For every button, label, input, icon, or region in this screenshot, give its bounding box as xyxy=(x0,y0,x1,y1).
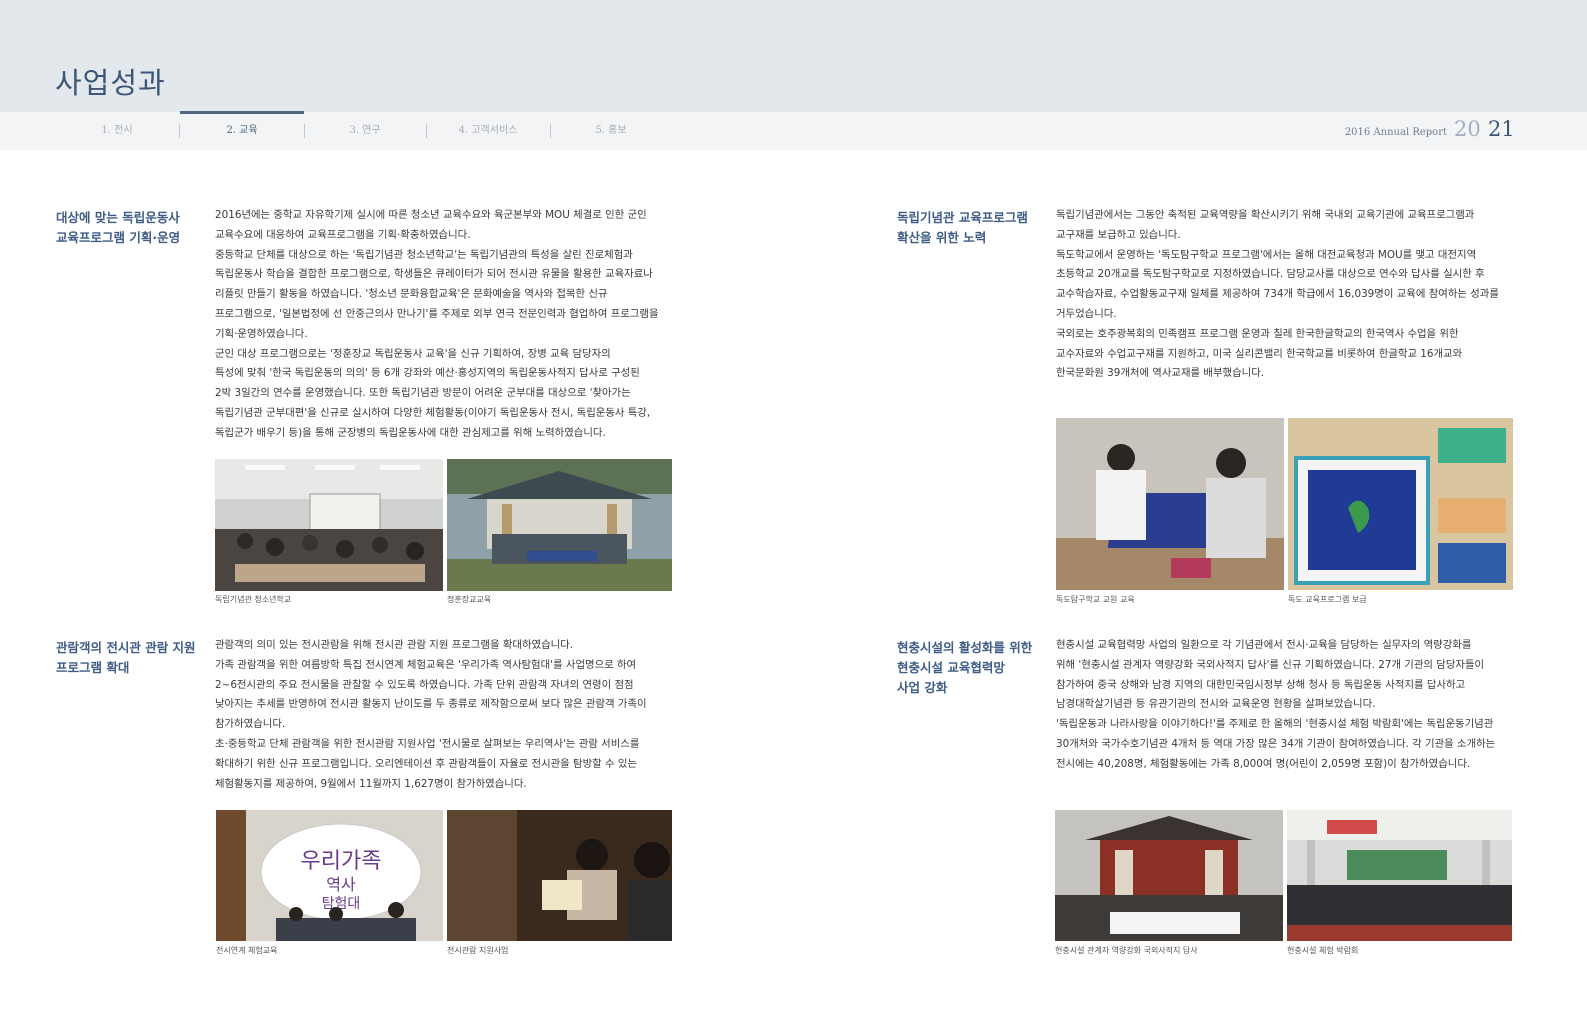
body-line: 2016년에는 중학교 자유학기제 실시에 따른 청소년 교육수요와 육군본부와… xyxy=(215,209,647,221)
body-line: 2~6전시관의 주요 전시물을 관찰할 수 있도록 하였습니다. 가족 단위 관… xyxy=(215,678,634,691)
section-heading: 현충시설의 활성화를 위한 현충시설 교육협력망 사업 강화 xyxy=(897,638,1032,698)
body-line: 2박 3일간의 연수를 운영했습니다. 또한 독립기념관 방문이 어려운 군부대… xyxy=(215,387,631,400)
body-line: 리플릿 만들기 활동을 하였습니다. '청소년 문화융합교육'은 문화예술을 역… xyxy=(215,288,608,301)
photo-caption: 독도 교육프로그램 보급 xyxy=(1288,595,1367,604)
body-line: 프로그램으로, '일본법정에 선 안중근의사 만나기'를 주제로 외부 연극 전… xyxy=(215,307,659,320)
body-line: 가족 관람객을 위한 여름방학 특집 전시연계 체험교육은 '우리가족 역사탐험… xyxy=(215,658,637,671)
body-line: 체험활동지를 제공하여, 9월에서 11월까지 1,627명이 참가하였습니다. xyxy=(215,777,527,790)
tab-exhibition[interactable]: 1. 전시 xyxy=(55,112,179,150)
tab-research[interactable]: 3. 연구 xyxy=(304,112,426,150)
photo-caption: 전시연계 체험교육 xyxy=(216,946,278,955)
body-line: 30개처와 국가수호기념관 4개처 등 역대 가장 많은 34개 기관이 참여하… xyxy=(1056,737,1496,750)
header-band xyxy=(0,0,1587,112)
body-line: 특성에 맞춰 '한국 독립운동의 의의' 등 6개 강좌와 예산·홍성지역의 독… xyxy=(215,367,640,380)
body-line: 교구재를 보급하고 있습니다. xyxy=(1056,228,1181,241)
section-heading-line: 관람객의 전시관 관람 지원 xyxy=(56,640,196,655)
section-heading: 관람객의 전시관 관람 지원 프로그램 확대 xyxy=(56,638,196,678)
section-body: 독립기념관에서는 그동안 축적된 교육역량을 확산시키기 위해 국내외 교육기관… xyxy=(1056,206,1526,384)
body-line: 거두었습니다. xyxy=(1056,307,1117,320)
section-heading-line: 교육프로그램 기획·운영 xyxy=(56,230,181,245)
body-line: 초등학교 20개교를 독도탐구학교로 지정하였습니다. 담당교사를 대상으로 연… xyxy=(1056,268,1485,281)
body-line: 독립군가 배우기 등)을 통해 군장병의 독립운동사에 대한 관심제고를 위해 … xyxy=(215,426,606,439)
body-line: 확대하기 위한 신규 프로그램입니다. 오리엔테이션 후 관람객들이 자율로 전… xyxy=(215,757,638,770)
body-line: 교수학습자료, 수업활동교구재 일체를 제공하여 734개 학급에서 16,03… xyxy=(1056,288,1499,301)
body-line: 독도학교에서 운영하는 '독도탐구학교 프로그램'에서는 올해 대전교육청과 M… xyxy=(1056,248,1477,261)
body-line: 기획·운영하였습니다. xyxy=(215,327,308,340)
photo-caption: 현충시설 체험 박람회 xyxy=(1287,946,1359,955)
body-line: 남경대학살기념관 등 유관기관의 전시와 교육운영 현황을 살펴보았습니다. xyxy=(1056,698,1376,711)
body-line: 한국문화원 39개처에 역사교재를 배부했습니다. xyxy=(1056,367,1265,380)
section-heading: 독립기념관 교육프로그램 확산을 위한 노력 xyxy=(897,208,1028,248)
body-line: 초·중등학교 단체 관람객을 위한 전시관람 지원사업 '전시물로 살펴보는 우… xyxy=(215,737,640,750)
body-line: 독립기념관 군부대편'을 신규로 실시하여 다양한 체험활동(이야기 독립운동사… xyxy=(215,406,651,419)
section-heading-line: 확산을 위한 노력 xyxy=(897,230,987,245)
body-line: 참가하였습니다. xyxy=(215,718,286,731)
photo-youth-school xyxy=(215,459,443,591)
report-label: 2016 Annual Report xyxy=(1344,127,1447,138)
body-line: 중등학교 단체를 대상으로 하는 '독립기념관 청소년학교'는 독립기념관의 특… xyxy=(215,248,633,261)
page-number-left: 20 xyxy=(1454,117,1481,141)
section-body: 관람객의 의미 있는 전시관람을 위해 전시관 관람 지원 프로그램을 확대하였… xyxy=(215,636,685,794)
body-line: 독립기념관에서는 그동안 축적된 교육역량을 확산시키기 위해 국내외 교육기관… xyxy=(1056,209,1475,221)
photo-family-program: 우리가족 역사 탐험대 xyxy=(216,810,443,941)
body-line: '독립운동과 나라사랑을 이야기하다!'를 주제로 한 올해의 '현충시설 체험… xyxy=(1056,718,1494,731)
photo-caption: 독립기념관 청소년학교 xyxy=(215,595,292,604)
photo-officer-training xyxy=(447,459,672,591)
body-line: 국외로는 호주광복회의 민족캠프 프로그램 운영과 칠레 한국한글학교의 한국역… xyxy=(1056,327,1459,340)
section-heading-line: 현충시설의 활성화를 위한 xyxy=(897,640,1033,655)
body-line: 관람객의 의미 있는 전시관람을 위해 전시관 관람 지원 프로그램을 확대하였… xyxy=(215,639,574,651)
page-title: 사업성과 xyxy=(55,66,166,100)
photo-expo xyxy=(1287,810,1512,941)
section-heading: 대상에 맞는 독립운동사 교육프로그램 기획·운영 xyxy=(56,208,180,248)
body-line: 현충시설 교육협력망 사업의 일환으로 각 기념관에서 전시·교육을 담당하는 … xyxy=(1056,639,1472,651)
tab-publicity[interactable]: 5. 홍보 xyxy=(550,112,672,150)
photo-caption: 정훈장교교육 xyxy=(447,595,492,604)
section-heading-line: 독립기념관 교육프로그램 xyxy=(897,210,1028,225)
body-line: 전시에는 40,208명, 체험활동에는 가족 8,000여 명(어린이 2,0… xyxy=(1056,757,1471,770)
section-body: 2016년에는 중학교 자유학기제 실시에 따른 청소년 교육수요와 육군본부와… xyxy=(215,206,685,444)
photo-caption: 현충시설 관계자 역량강화 국외사적지 답사 xyxy=(1055,946,1198,955)
body-line: 군인 대상 프로그램으로는 '정훈장교 독립운동사 교육'을 신규 기획하여, … xyxy=(215,347,611,360)
photo-overseas-trip xyxy=(1055,810,1283,941)
photo-dokdo-teacher xyxy=(1056,418,1284,590)
body-line: 교육수요에 대응하여 교육프로그램을 기획·확충하였습니다. xyxy=(215,228,471,241)
section-heading-line: 프로그램 확대 xyxy=(56,660,130,675)
body-line: 참가하여 중국 상해와 남경 지역의 대한민국임시정부 상해 청사 등 독립운동… xyxy=(1056,678,1466,691)
body-line: 낮아지는 추세를 반영하여 전시관 활동지 난이도를 두 종류로 제작함으로써 … xyxy=(215,698,647,711)
banner-text: 우리가족 xyxy=(301,849,382,874)
page-number-right: 21 xyxy=(1488,117,1515,141)
tab-customer-service[interactable]: 4. 고객서비스 xyxy=(426,112,550,150)
active-tab-indicator xyxy=(180,111,304,114)
section-body: 현충시설 교육협력망 사업의 일환으로 각 기념관에서 전시·교육을 담당하는 … xyxy=(1056,636,1526,775)
banner-text: 역사 xyxy=(326,875,356,894)
tab-education[interactable]: 2. 교육 xyxy=(180,112,304,150)
body-line: 위해 '현충시설 관계자 역량강화 국외사적지 답사'를 신규 기획하였습니다.… xyxy=(1056,658,1485,671)
body-line: 독립운동사 학습을 결합한 프로그램으로, 학생들은 큐레이터가 되어 전시관 … xyxy=(215,268,653,281)
photo-dokdo-materials xyxy=(1288,418,1513,590)
section-heading-line: 사업 강화 xyxy=(897,680,948,695)
section-heading-line: 현충시설 교육협력망 xyxy=(897,660,1005,675)
section-heading-line: 대상에 맞는 독립운동사 xyxy=(56,210,180,225)
photo-exhibit-support xyxy=(447,810,672,941)
photo-caption: 독도탐구학교 교원 교육 xyxy=(1056,595,1135,604)
body-line: 교수자료와 수업교구재를 지원하고, 미국 실리콘밸리 한국학교를 비롯하여 한… xyxy=(1056,347,1463,360)
photo-caption: 전시관람 지원사업 xyxy=(447,946,509,955)
